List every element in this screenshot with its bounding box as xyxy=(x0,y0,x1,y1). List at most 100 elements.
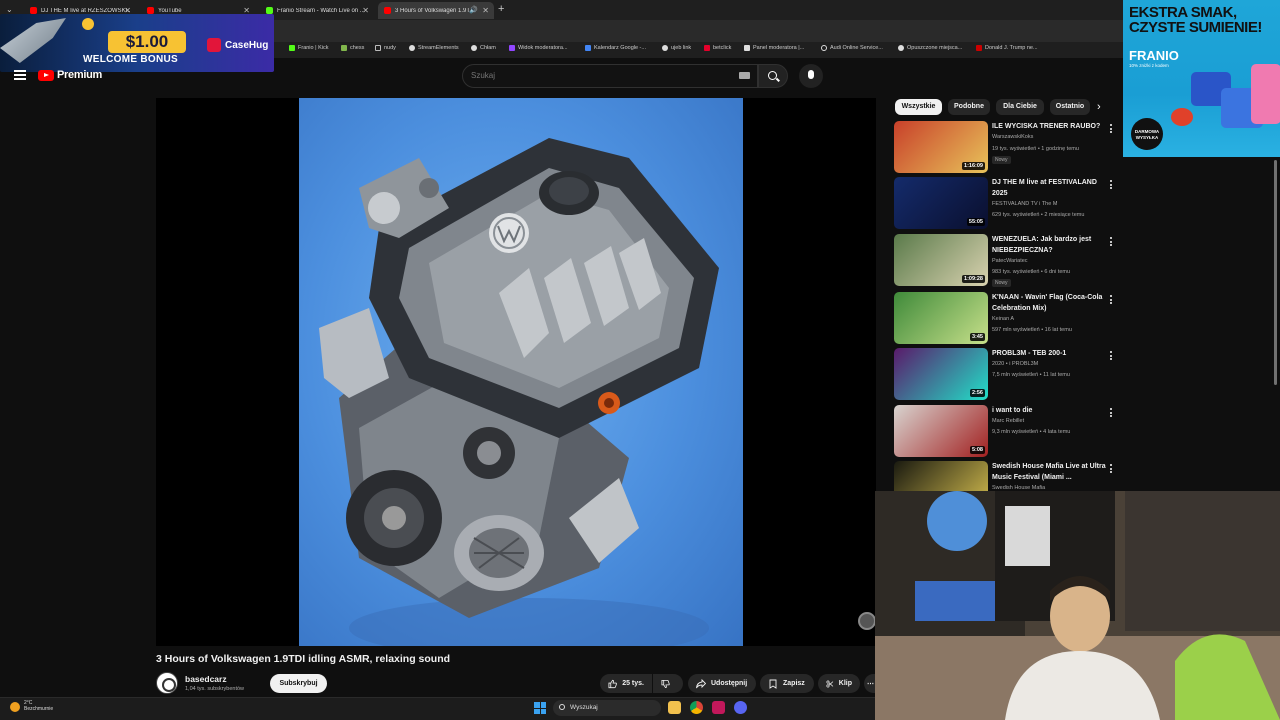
voice-search-button[interactable] xyxy=(799,64,823,88)
video-meta: 19 tys. wyświetleń • 1 godzinę temu xyxy=(992,146,1079,152)
video-frame[interactable] xyxy=(299,98,743,646)
video-title[interactable]: ILE WYCISKA TRENER RAUBO? xyxy=(992,122,1112,133)
youtube-premium-logo[interactable]: Premium xyxy=(38,69,102,81)
more-actions-button[interactable]: ⋯ xyxy=(864,674,875,693)
like-button[interactable]: 25 tys. xyxy=(600,674,652,693)
more-options-icon[interactable] xyxy=(1110,124,1113,135)
video-title[interactable]: DJ THE M live at FESTIVALAND 2025 xyxy=(992,178,1112,199)
video-thumbnail[interactable]: 3:45 xyxy=(894,292,988,344)
more-options-icon[interactable] xyxy=(1110,408,1113,419)
bookmark-item[interactable]: Chłam xyxy=(471,45,496,51)
betclic-icon xyxy=(704,45,710,51)
bookmark-item[interactable]: Opuszczone miejsca... xyxy=(898,45,962,51)
recommendation-item[interactable]: 1:09:28 WENEZUELA: Jak bardzo jest NIEBE… xyxy=(894,234,1124,287)
youtube-favicon-icon xyxy=(30,7,37,14)
video-thumbnail[interactable]: 1:09:28 xyxy=(894,234,988,286)
subscribe-button[interactable]: Subskrybuj xyxy=(270,674,327,693)
chip-recent[interactable]: Ostatnio xyxy=(1050,99,1090,115)
recommendation-item[interactable]: 55:05 DJ THE M live at FESTIVALAND 2025 … xyxy=(894,177,1124,229)
browser-tab-3[interactable]: Franio Stream - Watch Live on ... ✕ xyxy=(260,2,374,19)
video-title[interactable]: Swedish House Mafia Live at Ultra Music … xyxy=(992,462,1112,483)
browser-tab-4-active[interactable]: 3 Hours of Volkswagen 1.9T... 🔊 ✕ xyxy=(378,2,494,19)
bookmark-item[interactable]: Franio | Kick xyxy=(289,45,328,51)
channel-name[interactable]: FESTIVALAND TV i The M xyxy=(992,201,1057,207)
more-options-icon[interactable] xyxy=(1110,351,1113,362)
more-options-icon[interactable] xyxy=(1110,180,1113,191)
bookmark-item[interactable]: StreamElements xyxy=(409,45,459,51)
audio-playing-icon[interactable]: 🔊 xyxy=(469,6,478,14)
recommendation-item[interactable]: 3:45 K'NAAN - Wavin' Flag (Coca-Cola Cel… xyxy=(894,292,1124,344)
search-button[interactable] xyxy=(758,64,788,88)
channel-name[interactable]: PatecWariatec xyxy=(992,258,1028,264)
page-scrollbar[interactable] xyxy=(1274,160,1277,385)
channel-name[interactable]: Keinan A xyxy=(992,316,1014,322)
new-tab-plus-icon[interactable]: + xyxy=(498,3,504,15)
recommendation-item[interactable]: 2:56 PROBL3M - TEB 200-1 2020 • i PROBL3… xyxy=(894,348,1124,400)
weather-moon-icon[interactable] xyxy=(10,702,20,712)
more-options-icon[interactable] xyxy=(1110,295,1113,306)
video-thumbnail[interactable]: 1:16:09 xyxy=(894,121,988,173)
windows-start-icon[interactable] xyxy=(534,702,546,714)
share-button[interactable]: Udostępnij xyxy=(688,674,756,693)
video-title[interactable]: i want to die xyxy=(992,406,1112,417)
video-thumbnail[interactable]: 5:08 xyxy=(894,405,988,457)
recommendation-item[interactable]: 5:08 i want to die Marc Rebillet 9,3 mln… xyxy=(894,405,1124,457)
save-button[interactable]: Zapisz xyxy=(760,674,814,693)
video-duration: 55:05 xyxy=(966,218,985,226)
recommendation-item[interactable]: Swedish House Mafia Live at Ultra Music … xyxy=(894,461,1124,491)
casino-promo-overlay[interactable]: $1.00 WELCOME BONUS CaseHug xyxy=(0,14,274,72)
channel-name[interactable]: WarszawskiKoks xyxy=(992,134,1033,140)
search-input[interactable] xyxy=(471,71,731,80)
bookmark-item[interactable]: Donald J. Trump ne... xyxy=(976,45,1038,51)
video-title[interactable]: WENEZUELA: Jak bardzo jest NIEBEZPIECZNA… xyxy=(992,235,1112,256)
close-tab-icon[interactable]: ✕ xyxy=(362,6,369,15)
chip-related[interactable]: Podobne xyxy=(948,99,990,115)
channel-name[interactable]: Marc Rebillet xyxy=(992,418,1024,424)
app-icon[interactable] xyxy=(712,701,725,714)
fruit-icon xyxy=(1171,108,1193,126)
bookmark-item[interactable]: chess xyxy=(341,45,364,51)
app-icon[interactable] xyxy=(734,701,747,714)
video-thumbnail[interactable] xyxy=(894,461,988,491)
channel-watermark-icon[interactable] xyxy=(858,612,876,630)
tab-title: 3 Hours of Volkswagen 1.9T... xyxy=(395,7,471,14)
more-options-icon[interactable] xyxy=(1110,237,1113,248)
channel-name[interactable]: 2020 • i PROBL3M xyxy=(992,361,1038,367)
audi-icon xyxy=(821,45,827,51)
chevron-right-icon[interactable]: › xyxy=(1097,101,1101,113)
bookmark-item[interactable]: nudy xyxy=(375,45,396,51)
franio-ad-banner[interactable]: EKSTRA SMAK, CZYSTE SUMIENIE! FRANIO 10%… xyxy=(1123,0,1280,157)
video-title[interactable]: PROBL3M - TEB 200-1 xyxy=(992,349,1112,360)
tab-title: DJ THE M live at RZESZOWSKI... xyxy=(41,7,130,14)
tab-search-icon[interactable]: ⌄ xyxy=(6,5,13,14)
channel-name[interactable]: basedcarz xyxy=(185,674,227,684)
video-title[interactable]: K'NAAN - Wavin' Flag (Coca-Cola Celebrat… xyxy=(992,293,1112,314)
chrome-icon[interactable] xyxy=(690,701,703,714)
chip-all[interactable]: Wszystkie xyxy=(895,99,942,115)
chip-for-you[interactable]: Dla Ciebie xyxy=(996,99,1044,115)
bookmark-item[interactable]: ujeb link xyxy=(662,45,691,51)
more-options-icon[interactable] xyxy=(1110,464,1113,475)
casehug-logo: CaseHug xyxy=(207,38,268,52)
bookmark-item[interactable]: Kalendarz Google -... xyxy=(585,45,646,51)
bookmark-item[interactable]: Audi Online Service... xyxy=(821,45,883,51)
video-thumbnail[interactable]: 55:05 xyxy=(894,177,988,229)
bookmark-item[interactable]: betclick xyxy=(704,45,731,51)
channel-avatar[interactable] xyxy=(156,672,178,694)
share-label: Udostępnij xyxy=(711,680,748,687)
clip-button[interactable]: Klip xyxy=(818,674,860,693)
bookmark-item[interactable]: Panel moderatora |... xyxy=(744,45,804,51)
taskbar-search[interactable]: Wyszukaj xyxy=(553,700,661,716)
hamburger-menu-icon[interactable] xyxy=(14,70,26,80)
video-thumbnail[interactable]: 2:56 xyxy=(894,348,988,400)
file-explorer-icon[interactable] xyxy=(668,701,681,714)
search-box[interactable] xyxy=(462,64,758,88)
close-tab-icon[interactable]: ✕ xyxy=(482,6,489,15)
keyboard-icon[interactable] xyxy=(739,72,750,79)
recommendation-item[interactable]: 1:16:09 ILE WYCISKA TRENER RAUBO? Warsza… xyxy=(894,121,1124,173)
dislike-button[interactable] xyxy=(653,674,683,693)
thumbs-down-icon xyxy=(661,679,670,688)
bookmark-item[interactable]: Widok moderatora... xyxy=(509,45,568,51)
video-duration: 2:56 xyxy=(969,389,985,397)
weather-widget[interactable]: 2°C Bezchmurnie xyxy=(24,700,53,712)
